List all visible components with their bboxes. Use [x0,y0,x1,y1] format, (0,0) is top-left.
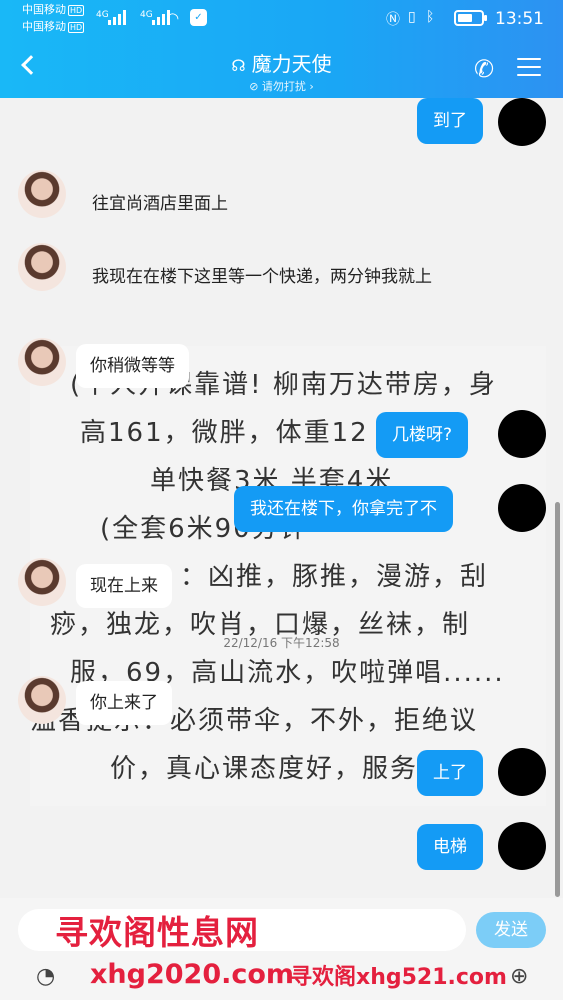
chat-subtitle: 请勿打扰 › [261,80,314,93]
send-button[interactable]: 发送 [476,912,546,948]
message-bubble[interactable]: 你稍微等等 [76,344,189,388]
carrier-1: 中国移动 HD [22,3,85,16]
network-label-1: 4G [96,10,109,20]
message-bubble[interactable]: 你上来了 [76,681,172,725]
bluetooth-icon: ᛒ [426,9,435,25]
message-bubble[interactable]: 电梯 [417,824,483,870]
add-icon[interactable]: ⊕ [510,964,528,989]
avatar[interactable] [498,98,546,146]
chat-title: 魔力天使 [251,52,332,76]
timestamp: 22/12/16 下午12:58 [223,636,340,650]
message-bubble[interactable]: 我还在楼下，你拿完了不 [234,486,453,532]
do-not-disturb-icon: ⊘ [249,80,262,93]
watermark: xhg2020.com [90,959,295,990]
ad-line: 价，真心课态度好，服务 [110,754,419,784]
message-bubble[interactable]: 到了 [417,98,483,144]
input-bar: 发送 寻欢阁性息网 ◔ ⊕ xhg2020.com 寻欢阁xhg521.com [0,898,563,1000]
message-bubble[interactable]: 往宜尚酒店里面上 [78,182,242,226]
status-bar: 中国移动 HD 中国移动 HD 4G 4G ◠ ✓ Ⓝ ▯ ᛒ 13:51 [0,0,563,40]
message-bubble[interactable]: 现在上来 [76,564,172,608]
shield-icon: ✓ [190,9,207,26]
nfc-icon: Ⓝ [386,12,400,28]
ad-line: 高161，微胖，体重12 [80,418,369,448]
network-label-2: 4G [140,10,153,20]
avatar[interactable] [18,338,66,386]
scrollbar[interactable] [555,502,560,897]
clock: 13:51 [495,9,544,29]
avatar[interactable] [18,170,66,218]
avatar[interactable] [498,484,546,532]
top-bar: 中国移动 HD 中国移动 HD 4G 4G ◠ ✓ Ⓝ ▯ ᛒ 13:51 ☊ 魔力天… [0,0,563,98]
avatar[interactable] [18,558,66,606]
chat-area[interactable]: (个人开课靠谱! 柳南万达带房，身 高161，微胖，体重12 单快餐3米 半套4… [0,98,563,898]
phone-icon[interactable]: ✆ [474,55,494,83]
avatar[interactable] [18,243,66,291]
avatar[interactable] [498,410,546,458]
wifi-icon: ◠ [166,9,180,27]
ad-line: ：凶推，豚推，漫游，刮 [180,562,489,592]
watermark: 寻欢阁xhg521.com [290,965,507,990]
message-bubble[interactable]: 上了 [417,750,483,796]
carrier-2: 中国移动 HD [22,20,85,33]
menu-icon[interactable] [517,58,541,78]
avatar[interactable] [498,822,546,870]
message-bubble[interactable]: 几楼呀? [376,412,469,458]
ear-icon: ☊ [231,56,246,75]
vibrate-icon: ▯ [408,9,416,25]
watermark: 寻欢阁性息网 [55,913,259,952]
battery-icon [454,10,487,26]
avatar[interactable] [18,676,66,724]
avatar[interactable] [498,748,546,796]
signal-icon [108,9,126,25]
message-bubble[interactable]: 我现在在楼下这里等一个快递，两分钟我就上 [78,255,458,299]
voice-icon[interactable]: ◔ [36,964,55,989]
